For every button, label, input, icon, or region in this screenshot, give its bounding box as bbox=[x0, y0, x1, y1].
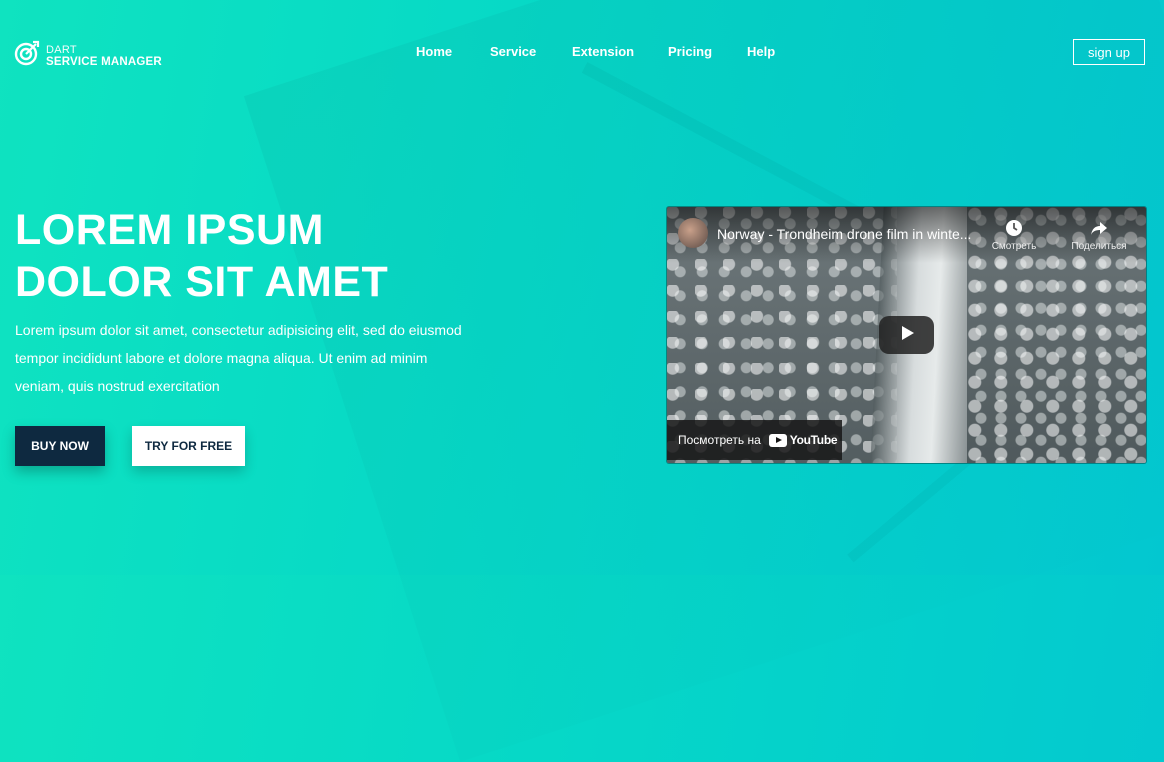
play-icon bbox=[899, 325, 915, 346]
watch-later-button[interactable]: Смотреть bbox=[984, 219, 1044, 252]
video-title[interactable]: Norway - Trondheim drone film in winte..… bbox=[717, 226, 971, 242]
nav-service[interactable]: Service bbox=[490, 44, 536, 59]
youtube-logo: YouTube bbox=[768, 433, 838, 447]
nav-help[interactable]: Help bbox=[747, 44, 775, 59]
signup-button[interactable]: sign up bbox=[1073, 39, 1145, 65]
share-icon bbox=[1064, 219, 1134, 237]
play-button[interactable] bbox=[879, 316, 934, 354]
brand-name-line2: SERVICE MANAGER bbox=[46, 55, 162, 68]
hero-description: Lorem ipsum dolor sit amet, consectetur … bbox=[15, 322, 462, 394]
watch-on-label: Посмотреть на bbox=[678, 433, 761, 447]
hero-title: LOREM IPSUM DOLOR SIT AMET bbox=[15, 204, 388, 308]
brand-logo[interactable]: DART SERVICE MANAGER bbox=[14, 40, 162, 71]
video-embed[interactable]: Norway - Trondheim drone film in winte..… bbox=[667, 207, 1146, 463]
watch-later-label: Смотреть bbox=[991, 241, 1037, 252]
hero-title-line2: DOLOR SIT AMET bbox=[15, 258, 389, 306]
clock-icon bbox=[984, 219, 1044, 237]
nav-home[interactable]: Home bbox=[416, 44, 452, 59]
brand-name-line1: DART bbox=[46, 43, 77, 56]
target-icon bbox=[14, 40, 40, 71]
channel-avatar[interactable] bbox=[678, 218, 708, 248]
hero-title-line1: LOREM IPSUM bbox=[15, 206, 324, 254]
nav-extension[interactable]: Extension bbox=[572, 44, 634, 59]
nav-pricing[interactable]: Pricing bbox=[668, 44, 712, 59]
share-button[interactable]: Поделиться bbox=[1064, 219, 1134, 252]
watch-on-youtube-link[interactable]: Посмотреть на YouTube bbox=[667, 420, 842, 460]
youtube-icon bbox=[768, 433, 787, 447]
youtube-wordmark: YouTube bbox=[789, 433, 838, 447]
buy-now-button[interactable]: BUY NOW bbox=[15, 426, 105, 466]
share-label: Поделиться bbox=[1071, 241, 1127, 252]
try-for-free-button[interactable]: TRY FOR FREE bbox=[132, 426, 245, 466]
